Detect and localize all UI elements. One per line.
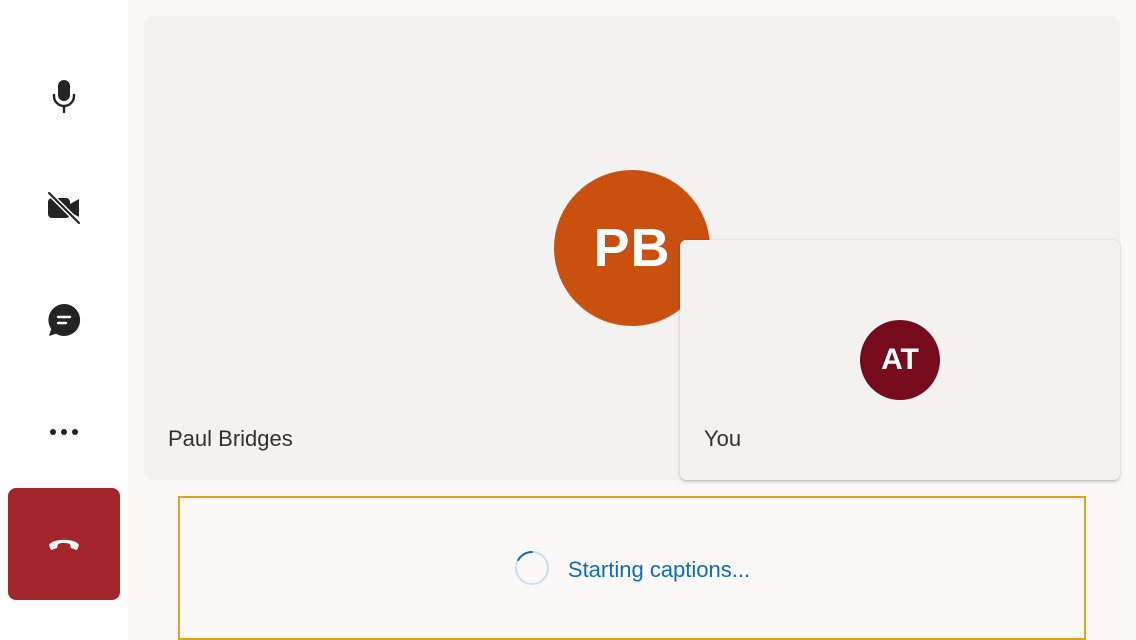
- self-participant-name: You: [704, 426, 742, 451]
- camera-off-icon: [46, 191, 82, 225]
- microphone-icon: [50, 79, 78, 113]
- captions-status-text: Starting captions...: [567, 557, 751, 582]
- hang-up-button[interactable]: [8, 488, 120, 600]
- hang-up-icon: [47, 536, 81, 552]
- self-preview-tile[interactable]: AT You: [680, 240, 1120, 480]
- remote-participant-name: Paul Bridges: [168, 426, 293, 451]
- call-controls-sidebar: [0, 0, 128, 640]
- more-icon: [49, 428, 79, 436]
- chat-button[interactable]: [8, 264, 120, 376]
- remote-avatar-initials: PB: [593, 218, 671, 278]
- call-window: PB Paul Bridges AT You Starting captions…: [0, 0, 1136, 640]
- loading-spinner-icon: [514, 550, 568, 591]
- self-avatar-initials: AT: [881, 343, 919, 376]
- microphone-button[interactable]: [8, 40, 120, 152]
- captions-panel: Starting captions...: [178, 496, 1086, 640]
- self-avatar: AT: [860, 320, 940, 400]
- more-options-button[interactable]: [8, 376, 120, 488]
- camera-button[interactable]: [8, 152, 120, 264]
- captions-status: Starting captions...: [180, 498, 1084, 640]
- chat-icon: [47, 303, 81, 337]
